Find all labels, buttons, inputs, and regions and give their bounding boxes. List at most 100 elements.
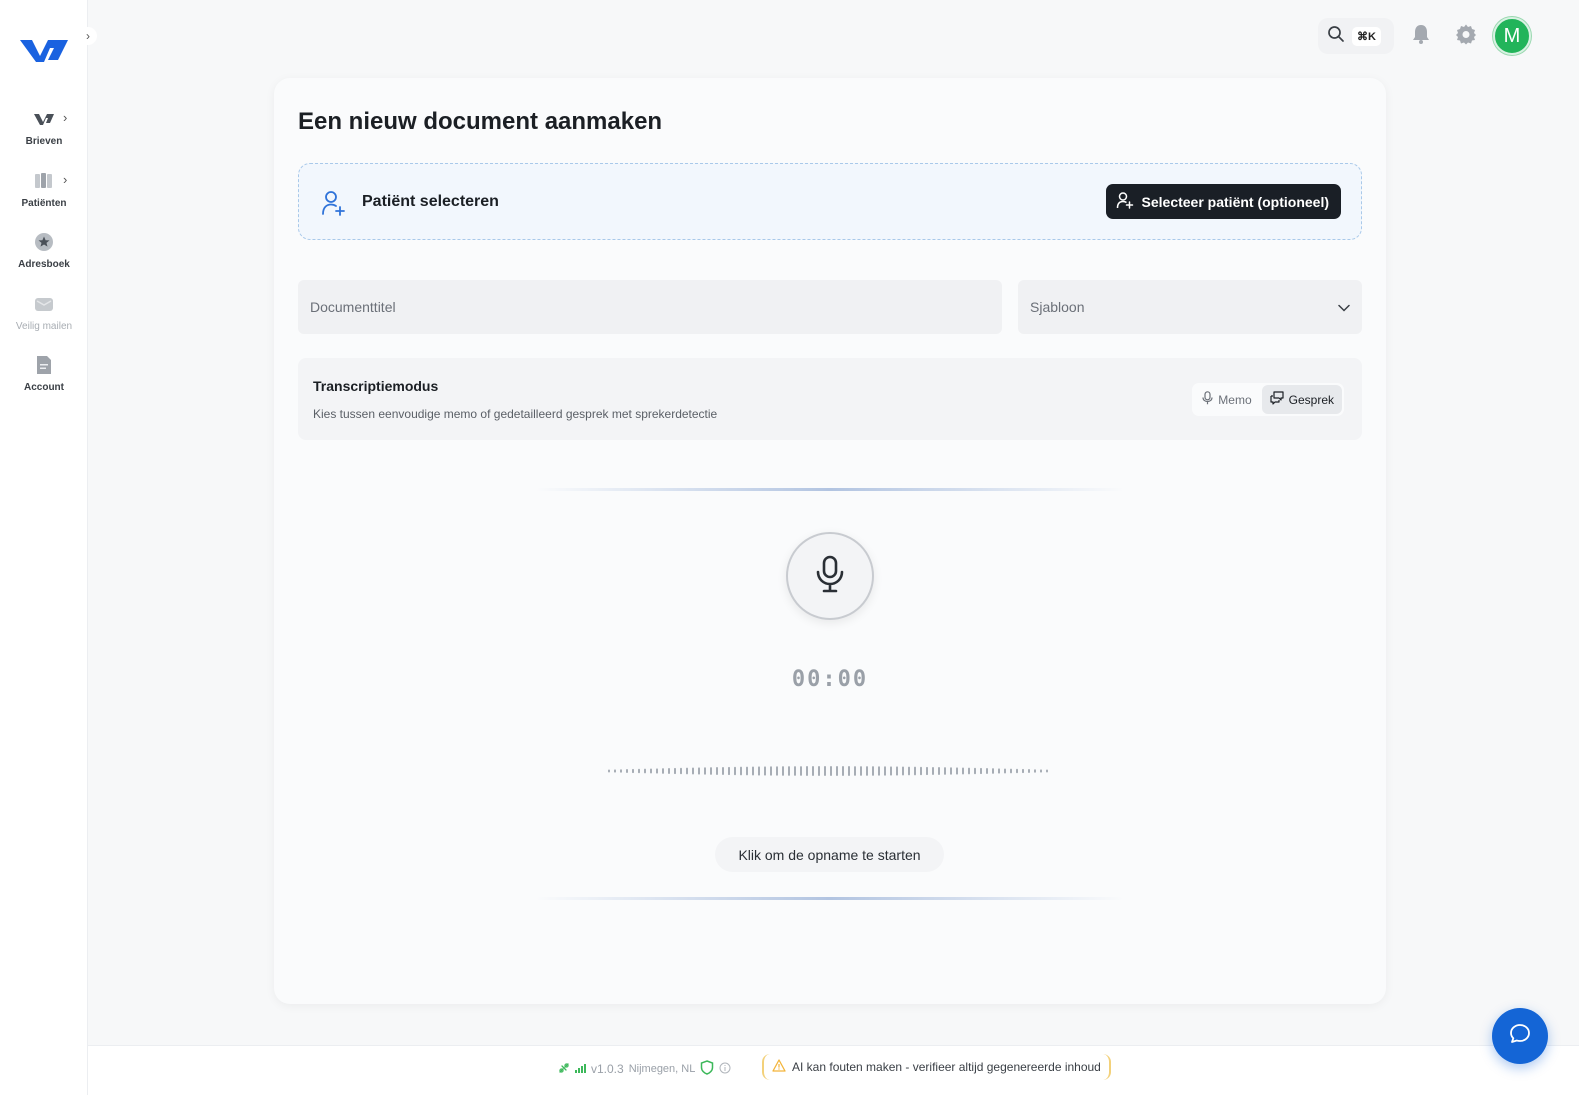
waveform-bar [980,767,982,775]
chat-button[interactable] [1492,1008,1548,1064]
waveform-bar [830,766,832,776]
settings-button[interactable] [1454,24,1478,48]
sidebar-item-patienten[interactable]: › Patiënten [0,170,88,209]
sidebar-item-brieven[interactable]: › Brieven [0,108,88,147]
waveform-bar [692,767,694,775]
waveform-bar [842,766,844,776]
user-avatar[interactable]: M [1493,17,1531,55]
chat-bubble-icon [1508,1022,1532,1051]
document-title-input[interactable] [298,280,1002,334]
waveform-bar [908,766,910,776]
waveform-bar [914,766,916,776]
waveform-bar [626,769,628,773]
waveform-bar [758,766,760,776]
waveform-bar [932,766,934,776]
waveform-bar [782,766,784,776]
waveform-bar [662,768,664,774]
new-document-card: Een nieuw document aanmaken Patiënt sele… [274,78,1386,1004]
recorder-bottom-divider [536,897,1124,900]
waveform-bar [986,768,988,774]
waveform-bar [770,766,772,776]
waveform-bar [788,766,790,776]
waveform-bar [620,769,622,773]
sidebar-item-adresboek[interactable]: Adresboek [0,231,88,270]
search-icon [1327,25,1345,48]
waveform-bar [938,767,940,775]
waveform-bar [854,766,856,776]
waveform-bar [848,766,850,776]
microphone-icon [815,555,845,598]
template-select[interactable]: Sjabloon [1018,280,1362,334]
waveform-bar [1040,769,1042,773]
waveform-bar [728,766,730,776]
transcription-mode-toggle: Memo Gesprek [1192,383,1344,416]
waveform-bar [734,766,736,776]
waveform-bar [1004,768,1006,774]
record-button[interactable] [786,532,874,620]
gear-icon [1455,23,1477,50]
waveform-bar [776,766,778,776]
waveform-bar [890,766,892,776]
info-icon[interactable] [719,1062,731,1077]
waveform-bar [1022,768,1024,774]
signal-icon [575,1063,586,1076]
waveform-bar [974,767,976,775]
recording-timer: 00:00 [791,667,869,692]
waveform-bar [944,767,946,775]
waveform-bar [674,767,676,775]
sidebar-item-account[interactable]: Account [0,354,88,393]
audio-waveform [608,766,1048,776]
start-recording-hint[interactable]: Klik om de opname te starten [715,837,944,872]
bell-icon [1411,23,1431,50]
notifications-button[interactable] [1409,24,1433,48]
sidebar-item-label: Patiënten [21,198,67,209]
waveform-bar [860,766,862,776]
waveform-bar [1016,768,1018,774]
chevron-right-icon: › [63,110,68,125]
page-title: Een nieuw document aanmaken [298,108,663,135]
waveform-bar [650,768,652,774]
status-footer: v1.0.3 Nijmegen, NL AI kan fouten maken … [88,1045,1579,1095]
patient-select-panel: Patiënt selecteren Selecteer patiënt (op… [298,163,1362,240]
mode-option-gesprek[interactable]: Gesprek [1261,385,1342,414]
waveform-bar [956,767,958,775]
waveform-bar [902,766,904,776]
mode-option-memo[interactable]: Memo [1194,385,1259,414]
sidebar-collapse-button[interactable]: › [79,27,97,45]
waveform-bar [794,766,796,776]
app-logo[interactable] [18,30,70,68]
waveform-bar [968,767,970,775]
waveform-bar [806,766,808,776]
waveform-bar [926,766,928,776]
waveform-bar [716,767,718,775]
star-icon [33,231,55,253]
server-location: Nijmegen, NL [628,1063,696,1075]
transcription-mode-panel: Transcriptiemodus Kies tussen eenvoudige… [298,358,1362,440]
select-patient-button[interactable]: Selecteer patiënt (optioneel) [1105,184,1341,219]
waveform-bar [632,768,634,774]
waveform-bar [668,768,670,774]
mode-option-label: Memo [1218,392,1252,407]
sidebar-item-label: Adresboek [18,259,70,270]
waveform-bar [698,767,700,775]
chevron-right-icon: › [86,29,90,43]
sidebar-item-veilig-mailen[interactable]: Veilig mailen [0,293,88,332]
waveform-bar [638,768,640,774]
waveform-bar [752,766,754,776]
waveform-bar [818,766,820,776]
document-icon [33,354,55,376]
waveform-bar [644,768,646,774]
waveform-bar [680,767,682,775]
app-version: v1.0.3 [591,1062,624,1076]
chevron-right-icon: › [63,172,68,187]
waveform-bar [896,766,898,776]
search-button[interactable]: ⌘K [1318,18,1394,54]
mail-icon [33,293,55,315]
waveform-bar [764,766,766,776]
warning-icon [772,1059,786,1075]
waveform-bar [878,766,880,776]
waveform-bar [1046,769,1048,773]
waveform-bar [1034,769,1036,773]
waveform-bar [992,768,994,774]
waveform-bar [824,766,826,776]
